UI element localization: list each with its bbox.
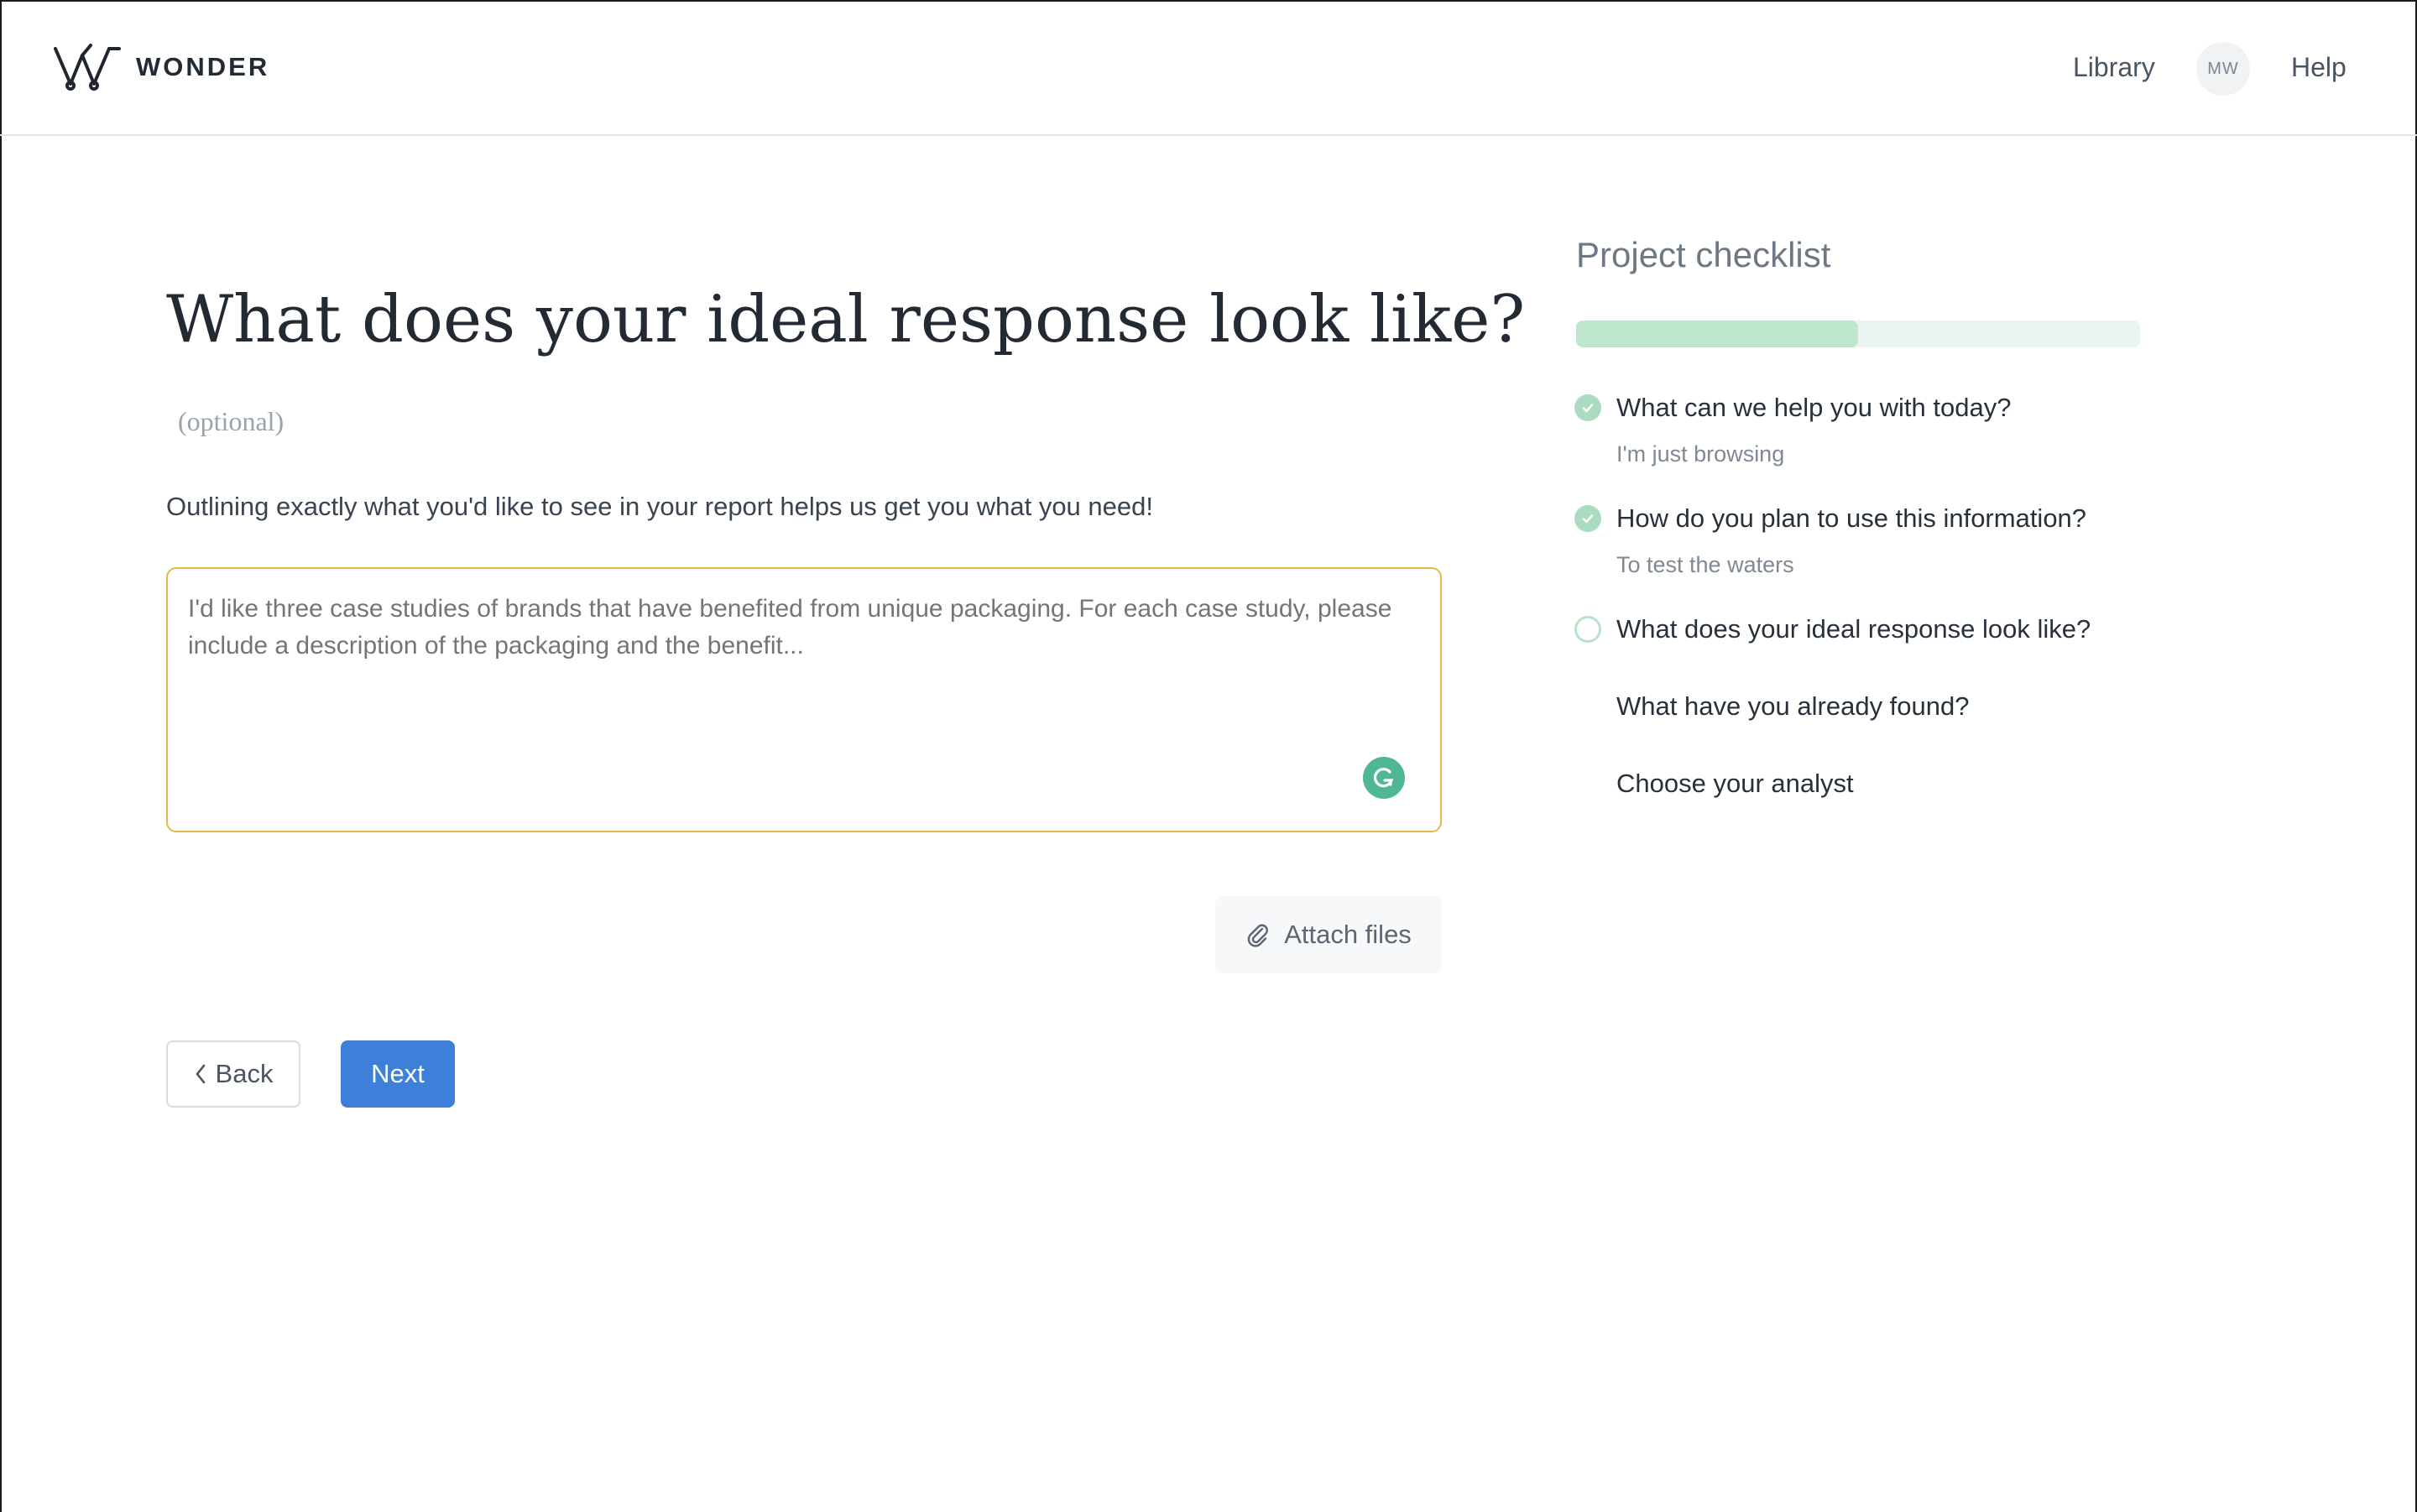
check-empty-circle-icon xyxy=(1574,616,1601,643)
page-description: Outlining exactly what you'd like to see… xyxy=(166,492,1153,521)
checklist-item-already-found[interactable]: What have you already found? xyxy=(1574,691,1970,722)
checklist-item-label: What does your ideal response look like? xyxy=(1616,614,2091,644)
checklist-item-answer: To test the waters xyxy=(1616,552,1794,577)
optional-label: (optional) xyxy=(178,406,285,436)
user-avatar[interactable]: MW xyxy=(2196,42,2250,96)
checklist-item-label: Choose your analyst xyxy=(1616,769,1854,798)
checklist-title: Project checklist xyxy=(1576,235,1831,274)
back-button[interactable]: Back xyxy=(166,1040,300,1108)
chevron-left-icon xyxy=(196,1064,205,1084)
checklist-item-label: What have you already found? xyxy=(1616,691,1970,721)
brand-logo[interactable]: WONDER xyxy=(52,44,269,91)
checklist-item-help-today[interactable]: What can we help you with today? xyxy=(1574,393,2011,423)
checklist-item-choose-analyst[interactable]: Choose your analyst xyxy=(1574,769,1854,799)
top-header: WONDER Library MW Help xyxy=(0,0,2417,136)
paperclip-icon xyxy=(1247,924,1269,947)
checklist-progress-fill xyxy=(1576,321,1858,347)
back-button-label: Back xyxy=(215,1059,274,1088)
check-placeholder xyxy=(1574,770,1601,797)
check-placeholder xyxy=(1574,693,1601,720)
attach-files-label: Attach files xyxy=(1284,920,1412,949)
next-button[interactable]: Next xyxy=(341,1040,455,1108)
checklist-item-use-information[interactable]: How do you plan to use this information? xyxy=(1574,503,2086,534)
grammarly-g-icon xyxy=(1373,768,1394,788)
nav-help-link[interactable]: Help xyxy=(2291,52,2347,83)
brand-name: WONDER xyxy=(136,52,270,81)
page-title: What does your ideal response look like? xyxy=(166,282,1526,357)
attach-files-button[interactable]: Attach files xyxy=(1215,896,1442,973)
grammarly-icon[interactable] xyxy=(1363,757,1405,799)
wonder-w-logo-icon xyxy=(54,44,121,91)
check-done-icon xyxy=(1574,505,1601,532)
checklist-item-answer: I'm just browsing xyxy=(1616,441,1785,467)
checklist-item-label: What can we help you with today? xyxy=(1616,393,2012,422)
checklist-item-ideal-response[interactable]: What does your ideal response look like? xyxy=(1574,614,2091,644)
nav-library-link[interactable]: Library xyxy=(2073,52,2155,83)
check-done-icon xyxy=(1574,394,1601,421)
ideal-response-textarea[interactable] xyxy=(166,567,1442,832)
checklist-item-label: How do you plan to use this information? xyxy=(1616,503,2087,533)
checklist-progress-bar xyxy=(1576,321,2140,347)
